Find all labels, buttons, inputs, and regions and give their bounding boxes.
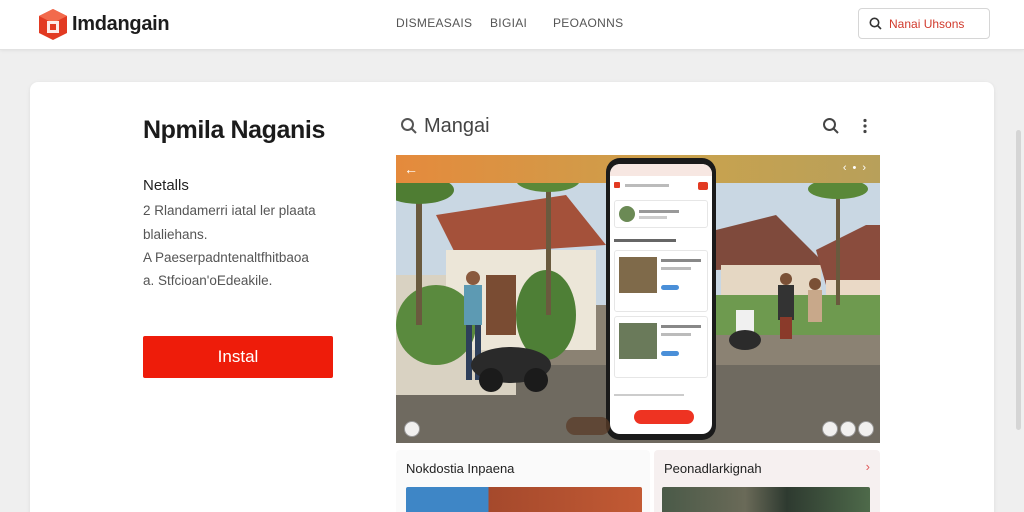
media-control-pill[interactable] [566,417,610,435]
phone-screen [610,164,712,434]
phone-mockup [606,158,716,440]
related-tile-image [662,487,870,512]
install-button[interactable]: Instal [143,336,333,378]
volume-icon[interactable] [840,421,856,437]
app-screenshot-panel[interactable]: ← ‹•› [396,155,880,443]
top-header: Imdangain DISMEASAIS BIGIAI PEOAONNS Nan… [0,0,1024,50]
phone-list-card-1 [614,250,708,312]
detail-line-3: A Paeserpadntenaltfhitbaoa [143,250,309,265]
header-search-text: Nanai Uhsons [889,17,965,31]
back-arrow-icon[interactable]: ← [404,161,418,177]
play-icon[interactable] [822,421,838,437]
window-controls-icon[interactable]: ‹•› [843,162,872,174]
details-heading: Netalls [143,177,189,194]
page-scrollbar[interactable] [1016,130,1021,430]
nav-item-peoaonns[interactable]: PEOAONNS [553,16,623,30]
phone-status-bar [610,164,712,176]
detail-line-1: 2 Rlandamerri iatal ler plaata [143,203,316,218]
related-tile-title: Nokdostia Inpaena [406,461,515,476]
more-vert-icon[interactable] [862,118,868,134]
chevron-right-icon[interactable]: › [866,459,870,474]
phone-profile-card [614,200,708,228]
nav-item-dismeasais[interactable]: DISMEASAIS [396,16,472,30]
nav-item-bigiai[interactable]: BIGIAI [490,16,527,30]
phone-app-bar [614,182,708,192]
phone-footer-text [614,392,708,402]
expand-icon[interactable] [404,421,420,437]
phone-section-heading [614,238,708,248]
related-tile-2[interactable]: Peonadlarkignah › [654,450,880,512]
brand-name[interactable]: Imdangain [72,13,170,36]
phone-app-icon [614,182,620,188]
search-icon [869,17,882,30]
app-logo-icon[interactable] [36,7,70,41]
fullscreen-icon[interactable] [858,421,874,437]
search-icon[interactable] [822,117,840,135]
related-tile-1[interactable]: Nokdostia Inpaena [396,450,650,512]
preview-search-text[interactable]: Mangai [424,115,490,138]
phone-action-button [634,410,694,424]
search-icon[interactable] [400,117,418,135]
header-search-box[interactable]: Nanai Uhsons [858,8,990,39]
related-tile-title: Peonadlarkignah [664,461,762,476]
related-tile-image [406,487,642,512]
app-title: Npmila Naganis [143,116,325,144]
detail-line-2: blaliehans. [143,227,208,242]
detail-line-4: a. Stfcioan'oEdeakile. [143,273,273,288]
phone-list-card-2 [614,316,708,378]
